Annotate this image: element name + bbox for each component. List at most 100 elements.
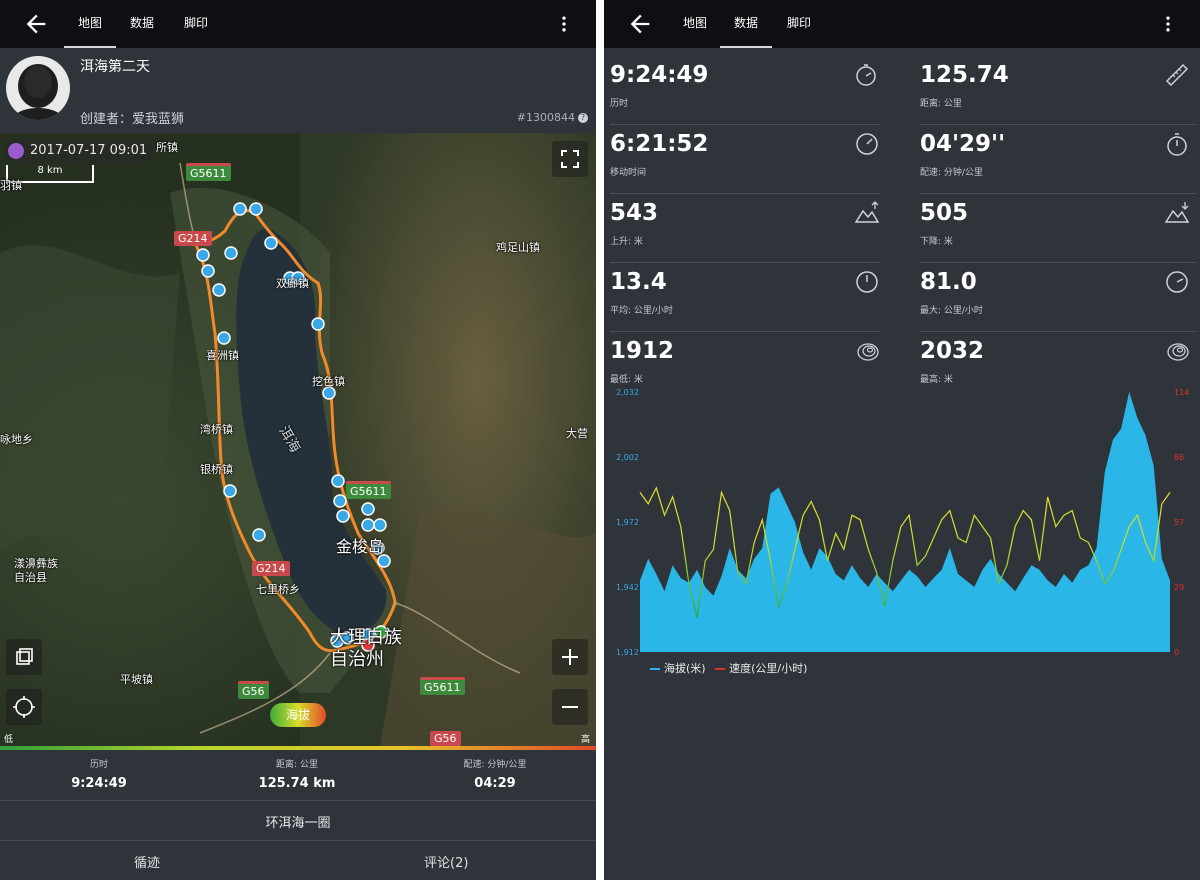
stat-value: 04:29	[474, 776, 516, 791]
metric-label: 配速: 分钟/公里	[920, 168, 983, 178]
y-left-tick-label: 2,002	[616, 453, 639, 462]
top-app-bar: 地图 数据 脚印	[0, 0, 596, 48]
locate-icon	[13, 696, 35, 718]
fullscreen-button[interactable]	[552, 141, 588, 177]
metric-pace: 04'29'' 配速: 分钟/公里	[914, 125, 1190, 193]
metric-label: 平均: 公里/小时	[610, 306, 673, 316]
tab-map[interactable]: 地图	[680, 0, 710, 48]
y-right-tick-label: 114	[1174, 388, 1189, 397]
elevation-toggle-button[interactable]: 海拔	[270, 703, 326, 727]
ruler-icon	[1165, 63, 1189, 87]
stat-label: 距离: 公里	[276, 760, 318, 770]
y-left-tick-label: 1,912	[616, 648, 639, 657]
top-app-bar: 地图 数据 脚印	[604, 0, 1200, 48]
stat-value: 9:24:49	[71, 776, 127, 791]
metric-value: 505	[920, 200, 969, 226]
gradient-high-label: 高	[580, 735, 590, 745]
divider	[0, 800, 596, 801]
avatar[interactable]	[6, 56, 70, 120]
zoom-out-button[interactable]	[552, 689, 588, 725]
more-vert-icon[interactable]	[1158, 14, 1178, 34]
stat-distance: 距离: 公里 125.74 km	[198, 757, 396, 791]
metric-value: 6:21:52	[610, 131, 709, 157]
map-label: 鸡足山镇	[496, 241, 540, 254]
metric-value: 543	[610, 200, 659, 226]
legend-item: 速度(公里/小时)	[729, 662, 808, 675]
speedometer-icon	[1166, 271, 1188, 293]
divider	[0, 840, 596, 841]
map-label: 挖色镇	[312, 375, 345, 388]
y-left-tick-label: 1,972	[616, 518, 639, 527]
elevation-speed-chart[interactable]: 1,912 1,942 1,972 2,002 2,032 0 29 57 86 114	[604, 380, 1200, 680]
road-shield: G5611	[420, 677, 465, 695]
terrain-icon	[857, 343, 879, 361]
back-arrow-icon[interactable]	[626, 10, 654, 38]
tab-footprint[interactable]: 脚印	[784, 0, 814, 48]
y-right-tick-label: 29	[1174, 583, 1184, 592]
y-right-tick-label: 57	[1174, 518, 1184, 527]
legend-item: 海拔(米)	[664, 662, 706, 675]
tab-map[interactable]: 地图	[64, 0, 116, 48]
track-button[interactable]: 循迹	[134, 852, 160, 871]
minus-icon	[562, 706, 578, 708]
expand-icon	[561, 150, 579, 168]
elevation-gradient-bar	[0, 746, 596, 750]
metric-label: 距离: 公里	[920, 99, 962, 109]
plus-icon	[562, 649, 578, 665]
metric-duration: 9:24:49 历时	[604, 56, 880, 124]
road-shield: G214	[252, 561, 290, 576]
metric-moving-time: 6:21:52 移动时间	[604, 125, 880, 193]
comments-button[interactable]: 评论(2)	[424, 852, 468, 871]
help-icon[interactable]: ?	[578, 113, 588, 123]
map-label: 大理白族 自治州	[330, 627, 402, 670]
route-map[interactable]: 2017-07-17 09:01 8 km 所镇 羽镇 鸡足山镇 双廊镇 喜洲镇…	[0, 133, 596, 746]
metric-distance: 125.74 距离: 公里	[914, 56, 1190, 124]
road-shield: G5611	[346, 481, 391, 499]
stat-duration: 历时 9:24:49	[0, 757, 198, 791]
route-title: 洱海第二天	[80, 59, 150, 75]
metric-value: 9:24:49	[610, 62, 709, 88]
map-label: 大营	[566, 427, 588, 440]
user-silhouette-icon	[12, 64, 64, 120]
stat-label: 配速: 分钟/公里	[463, 760, 527, 770]
map-label: 羽镇	[0, 179, 22, 192]
legend-swatch	[650, 668, 660, 670]
metric-value: 81.0	[920, 269, 977, 295]
descent-icon	[1164, 202, 1190, 223]
layers-icon	[16, 648, 33, 665]
map-label: 七里桥乡	[256, 583, 300, 596]
creator-label[interactable]: 创建者：爱我蓝狮	[80, 108, 184, 127]
map-label: 所镇	[156, 141, 178, 154]
metric-value: 125.74	[920, 62, 1009, 88]
stat-pace: 配速: 分钟/公里 04:29	[396, 757, 594, 791]
tab-data[interactable]: 数据	[122, 0, 162, 48]
stat-value: 125.74 km	[258, 776, 336, 791]
locate-button[interactable]	[6, 689, 42, 725]
map-label: 银桥镇	[200, 463, 233, 476]
stat-label: 历时	[89, 760, 108, 770]
zoom-in-button[interactable]	[552, 639, 588, 675]
tab-footprint[interactable]: 脚印	[176, 0, 216, 48]
more-vert-icon[interactable]	[554, 14, 574, 34]
chart-legend: 海拔(米) 速度(公里/小时)	[644, 660, 807, 676]
tab-data[interactable]: 数据	[720, 0, 772, 48]
layers-button[interactable]	[6, 639, 42, 675]
route-name: 环洱海一圈	[265, 816, 331, 831]
map-screen: 地图 数据 脚印 洱海第二天 创建者：爱我蓝狮 #1300844? 2017-0…	[0, 0, 596, 880]
map-label: 平坡镇	[120, 673, 153, 686]
date-badge: 2017-07-17 09:01	[4, 139, 154, 163]
ascent-icon	[854, 201, 880, 223]
road-shield: G5611	[186, 163, 231, 181]
map-label: 咏地乡	[0, 433, 33, 446]
road-shield: G56	[430, 731, 461, 746]
terrain-icon	[1167, 343, 1189, 361]
metric-value: 1912	[610, 338, 675, 364]
map-label: 金梭岛	[336, 537, 385, 556]
map-label: 漾濞彝族 自治县	[14, 557, 58, 584]
y-left-tick-label: 1,942	[616, 583, 639, 592]
legend-swatch	[715, 668, 726, 670]
y-left-tick-label: 2,032	[616, 388, 639, 397]
timer-icon	[1167, 133, 1187, 156]
date-text: 2017-07-17 09:01	[30, 143, 148, 158]
back-arrow-icon[interactable]	[22, 10, 50, 38]
